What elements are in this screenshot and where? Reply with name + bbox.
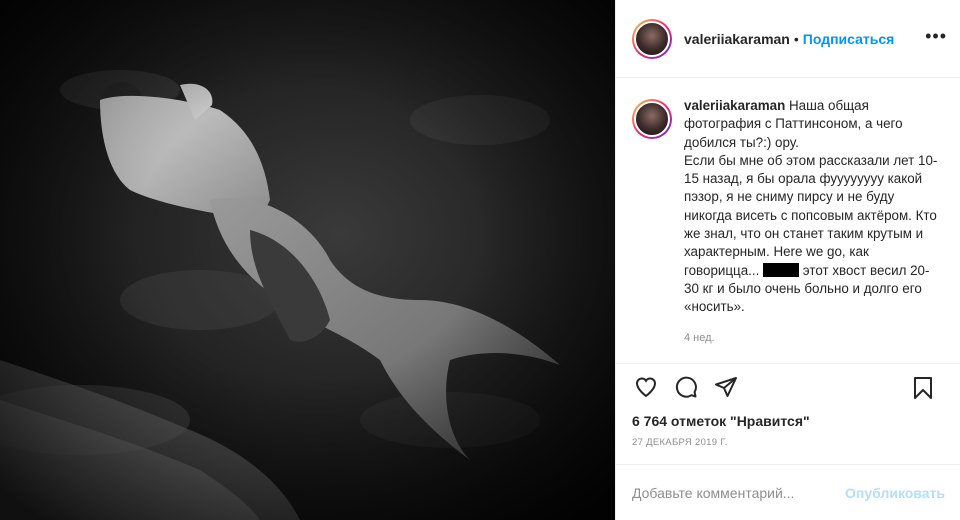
redacted-block: [763, 262, 800, 277]
instagram-post: valeriiakaraman • Подписаться ••• valeri…: [0, 0, 960, 520]
author-username[interactable]: valeriiakaraman: [684, 31, 790, 47]
post-caption: valeriiakaraman Наша общая фотография с …: [632, 97, 952, 347]
separator-dot: •: [793, 30, 799, 47]
post-photo[interactable]: [0, 0, 615, 520]
likes-count[interactable]: 6 764 отметок "Нравится": [632, 413, 810, 429]
comment-icon[interactable]: [672, 373, 700, 401]
bookmark-icon[interactable]: [909, 374, 937, 402]
publish-button[interactable]: Опубликовать: [845, 485, 945, 501]
comment-bar: Опубликовать: [616, 464, 960, 520]
post-sidebar: valeriiakaraman • Подписаться ••• valeri…: [615, 0, 960, 520]
post-header: valeriiakaraman • Подписаться •••: [616, 0, 960, 78]
photo-illustration: [0, 0, 615, 520]
avatar-image: [634, 101, 670, 137]
follow-button[interactable]: Подписаться: [803, 31, 895, 47]
avatar[interactable]: [632, 18, 672, 59]
comment-input[interactable]: [632, 484, 852, 501]
caption-line-2: Если бы мне об этом рассказали лет 10-15…: [684, 152, 938, 278]
caption-time-ago: 4 нед.: [684, 331, 715, 344]
avatar-image: [634, 20, 670, 57]
share-icon[interactable]: [712, 373, 740, 401]
caption-text: valeriiakaraman Наша общая фотография с …: [684, 97, 944, 347]
caption-username[interactable]: valeriiakaraman: [684, 98, 785, 113]
heart-icon[interactable]: [632, 373, 660, 401]
more-horizontal-icon[interactable]: •••: [925, 26, 947, 47]
post-actions: [616, 363, 960, 409]
caption-avatar[interactable]: [632, 99, 672, 139]
post-date[interactable]: 27 ДЕКАБРЯ 2019 Г.: [632, 437, 728, 448]
